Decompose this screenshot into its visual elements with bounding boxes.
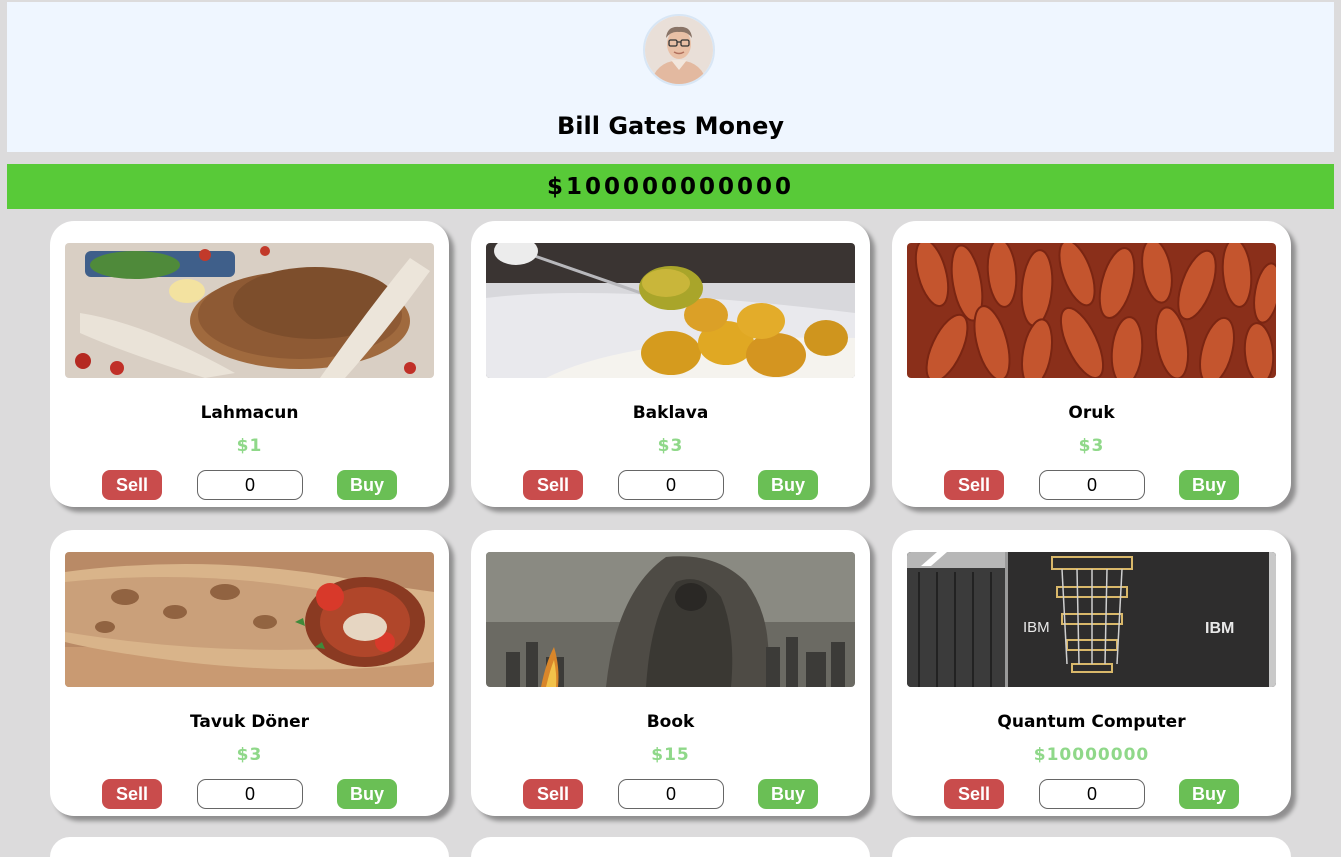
quantity-input[interactable] [618, 779, 724, 809]
product-name: Tavuk Döner [189, 712, 310, 732]
baklava-photo [486, 243, 855, 378]
product-price: $3 [236, 745, 263, 765]
product-card-partial [50, 837, 449, 857]
product-name: Book [646, 712, 695, 732]
product-card: IBM IBM Quantum Computer $10000000 Sell … [892, 530, 1291, 816]
buy-button[interactable]: Buy [1179, 779, 1239, 809]
sell-button[interactable]: Sell [523, 470, 583, 500]
sell-button[interactable]: Sell [102, 779, 162, 809]
sell-button[interactable]: Sell [944, 470, 1004, 500]
buy-button[interactable]: Buy [337, 470, 397, 500]
doner-photo [65, 552, 434, 687]
buy-button[interactable]: Buy [337, 779, 397, 809]
product-card: Tavuk Döner $3 Sell Buy [50, 530, 449, 816]
product-price: $10000000 [1033, 745, 1150, 765]
product-name: Quantum Computer [997, 712, 1186, 732]
product-card-partial [892, 837, 1291, 857]
product-price: $3 [657, 436, 684, 456]
product-price: $15 [651, 745, 690, 765]
quantity-input[interactable] [618, 470, 724, 500]
product-card: Oruk $3 Sell Buy [892, 221, 1291, 507]
sell-button[interactable]: Sell [102, 470, 162, 500]
header: Bill Gates Money [7, 2, 1334, 152]
avatar [643, 14, 715, 86]
sell-button[interactable]: Sell [944, 779, 1004, 809]
quantity-input[interactable] [197, 779, 303, 809]
buy-button[interactable]: Buy [758, 779, 818, 809]
product-card-partial [471, 837, 870, 857]
avatar-portrait-icon [645, 16, 713, 84]
product-card: Lahmacun $1 Sell Buy [50, 221, 449, 507]
page-title: Bill Gates Money [557, 112, 784, 140]
buy-button[interactable]: Buy [758, 470, 818, 500]
book-cover-photo [486, 552, 855, 687]
product-price: $1 [236, 436, 263, 456]
product-name: Oruk [1068, 403, 1115, 423]
product-card: Baklava $3 Sell Buy [471, 221, 870, 507]
sell-button[interactable]: Sell [523, 779, 583, 809]
product-card: Book $15 Sell Buy [471, 530, 870, 816]
product-name: Baklava [632, 403, 709, 423]
buy-button[interactable]: Buy [1179, 470, 1239, 500]
money-balance: $100000000000 [7, 164, 1334, 209]
ibm-logo-right: IBM [1205, 620, 1234, 637]
lahmacun-photo [65, 243, 434, 378]
oruk-photo [907, 243, 1276, 378]
quantity-input[interactable] [1039, 779, 1145, 809]
ibm-logo-left: IBM [1023, 619, 1050, 636]
quantity-input[interactable] [1039, 470, 1145, 500]
quantity-input[interactable] [197, 470, 303, 500]
product-price: $3 [1078, 436, 1105, 456]
quantum-computer-photo: IBM IBM [907, 552, 1276, 687]
product-name: Lahmacun [200, 403, 299, 423]
